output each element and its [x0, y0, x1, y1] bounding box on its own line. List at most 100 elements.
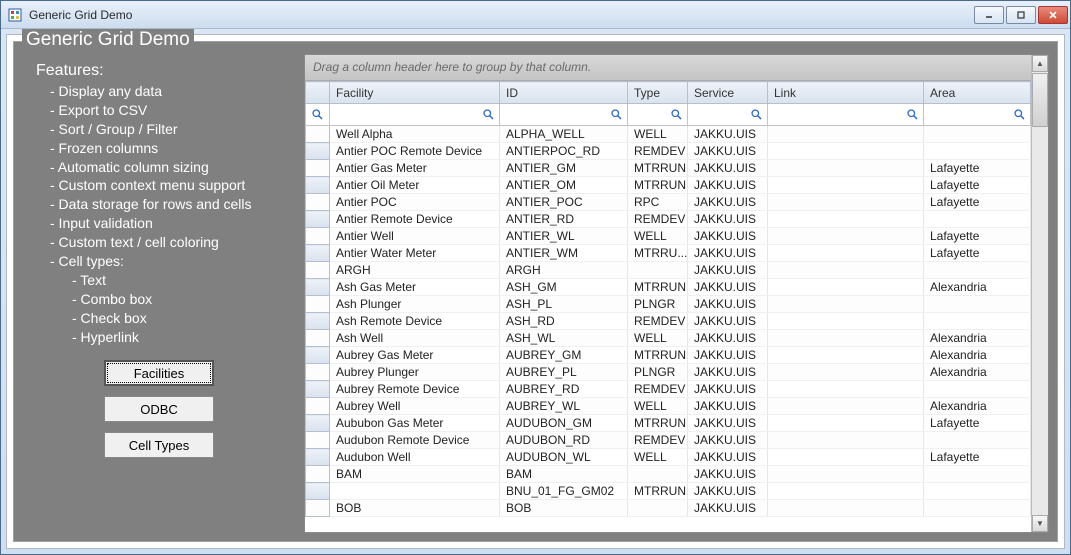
filter-row-lead[interactable] [306, 104, 330, 126]
search-icon[interactable] [905, 108, 919, 122]
row-header[interactable] [306, 483, 330, 500]
filter-row[interactable] [306, 104, 1031, 126]
cell-service[interactable]: JAKKU.UIS [688, 177, 768, 194]
row-header[interactable] [306, 500, 330, 517]
cell-area[interactable]: Alexandria [924, 330, 1031, 347]
cell-facility[interactable]: Antier POC Remote Device [330, 143, 500, 160]
cell-type[interactable]: MTRRU... [628, 245, 688, 262]
cell-link[interactable] [768, 449, 924, 466]
table-row[interactable]: Aubrey WellAUBREY_WLWELLJAKKU.UISAlexand… [306, 398, 1031, 415]
cell-service[interactable]: JAKKU.UIS [688, 415, 768, 432]
cell-area[interactable]: Alexandria [924, 364, 1031, 381]
cell-area[interactable] [924, 313, 1031, 330]
cell-type[interactable] [628, 262, 688, 279]
cell-area[interactable]: Lafayette [924, 245, 1031, 262]
cell-link[interactable] [768, 313, 924, 330]
cell-id[interactable]: ANTIER_WL [500, 228, 628, 245]
cell-type[interactable]: WELL [628, 449, 688, 466]
cell-facility[interactable]: Well Alpha [330, 126, 500, 143]
cell-id[interactable]: ANTIERPOC_RD [500, 143, 628, 160]
cell-id[interactable]: ALPHA_WELL [500, 126, 628, 143]
cell-service[interactable]: JAKKU.UIS [688, 126, 768, 143]
group-by-bar[interactable]: Drag a column header here to group by th… [305, 55, 1031, 81]
cell-area[interactable] [924, 262, 1031, 279]
row-header[interactable] [306, 398, 330, 415]
search-icon[interactable] [1012, 108, 1026, 122]
cell-id[interactable]: AUDUBON_RD [500, 432, 628, 449]
cell-id[interactable]: ARGH [500, 262, 628, 279]
row-header[interactable] [306, 194, 330, 211]
cell-id[interactable]: ANTIER_OM [500, 177, 628, 194]
cell-id[interactable]: ASH_RD [500, 313, 628, 330]
cell-link[interactable] [768, 160, 924, 177]
cell-facility[interactable]: Antier Water Meter [330, 245, 500, 262]
column-header[interactable]: ID [500, 82, 628, 104]
cell-link[interactable] [768, 500, 924, 517]
cell-service[interactable]: JAKKU.UIS [688, 466, 768, 483]
cell-link[interactable] [768, 245, 924, 262]
filter-cell[interactable] [924, 104, 1031, 126]
close-button[interactable] [1038, 6, 1068, 24]
table-row[interactable]: ARGHARGHJAKKU.UIS [306, 262, 1031, 279]
titlebar[interactable]: Generic Grid Demo [1, 1, 1070, 29]
cell-area[interactable] [924, 381, 1031, 398]
cell-id[interactable]: AUBREY_WL [500, 398, 628, 415]
cell-area[interactable] [924, 432, 1031, 449]
cell-facility[interactable]: Antier Oil Meter [330, 177, 500, 194]
cell-type[interactable]: REMDEV [628, 381, 688, 398]
cell-type[interactable]: MTRRUN [628, 415, 688, 432]
row-header[interactable] [306, 228, 330, 245]
table-row[interactable]: Ash Remote DeviceASH_RDREMDEVJAKKU.UIS [306, 313, 1031, 330]
cell-id[interactable]: ANTIER_RD [500, 211, 628, 228]
row-header[interactable] [306, 245, 330, 262]
column-header[interactable]: Link [768, 82, 924, 104]
table-row[interactable]: Aubrey PlungerAUBREY_PLPLNGRJAKKU.UISAle… [306, 364, 1031, 381]
cell-id[interactable]: ANTIER_POC [500, 194, 628, 211]
scroll-thumb[interactable] [1032, 73, 1048, 127]
vertical-scrollbar[interactable]: ▲ ▼ [1031, 55, 1048, 532]
cell-service[interactable]: JAKKU.UIS [688, 211, 768, 228]
cell-link[interactable] [768, 483, 924, 500]
cell-service[interactable]: JAKKU.UIS [688, 449, 768, 466]
cell-area[interactable]: Lafayette [924, 177, 1031, 194]
search-icon[interactable] [609, 108, 623, 122]
search-icon[interactable] [749, 108, 763, 122]
cell-area[interactable]: Lafayette [924, 449, 1031, 466]
cell-type[interactable] [628, 466, 688, 483]
table-row[interactable]: Aubrey Remote DeviceAUBREY_RDREMDEVJAKKU… [306, 381, 1031, 398]
table-row[interactable]: Audubon WellAUDUBON_WLWELLJAKKU.UISLafay… [306, 449, 1031, 466]
row-header[interactable] [306, 432, 330, 449]
cell-area[interactable]: Alexandria [924, 347, 1031, 364]
cell-link[interactable] [768, 177, 924, 194]
table-row[interactable]: BNU_01_FG_GM02MTRRUNJAKKU.UIS [306, 483, 1031, 500]
row-header[interactable] [306, 330, 330, 347]
cell-type[interactable]: REMDEV [628, 143, 688, 160]
cell-facility[interactable] [330, 483, 500, 500]
cell-type[interactable]: REMDEV [628, 211, 688, 228]
cell-link[interactable] [768, 296, 924, 313]
cell-service[interactable]: JAKKU.UIS [688, 160, 768, 177]
data-grid[interactable]: FacilityIDTypeServiceLinkArea Well Alpha… [305, 81, 1031, 517]
cell-type[interactable]: REMDEV [628, 313, 688, 330]
table-row[interactable]: Well AlphaALPHA_WELLWELLJAKKU.UIS [306, 126, 1031, 143]
cell-service[interactable]: JAKKU.UIS [688, 432, 768, 449]
cell-link[interactable] [768, 432, 924, 449]
cell-facility[interactable]: Aubrey Gas Meter [330, 347, 500, 364]
cell-area[interactable]: Alexandria [924, 398, 1031, 415]
cell-link[interactable] [768, 279, 924, 296]
facilities-button[interactable]: Facilities [104, 360, 214, 386]
row-header[interactable] [306, 313, 330, 330]
cell-service[interactable]: JAKKU.UIS [688, 279, 768, 296]
table-row[interactable]: Antier POCANTIER_POCRPCJAKKU.UISLafayett… [306, 194, 1031, 211]
row-header[interactable] [306, 415, 330, 432]
cell-link[interactable] [768, 126, 924, 143]
cell-type[interactable]: REMDEV [628, 432, 688, 449]
cell-area[interactable] [924, 143, 1031, 160]
cell-link[interactable] [768, 347, 924, 364]
cell-link[interactable] [768, 398, 924, 415]
cell-facility[interactable]: Antier Gas Meter [330, 160, 500, 177]
cell-type[interactable]: WELL [628, 228, 688, 245]
cell-id[interactable]: ASH_GM [500, 279, 628, 296]
column-header[interactable]: Facility [330, 82, 500, 104]
column-header[interactable]: Service [688, 82, 768, 104]
